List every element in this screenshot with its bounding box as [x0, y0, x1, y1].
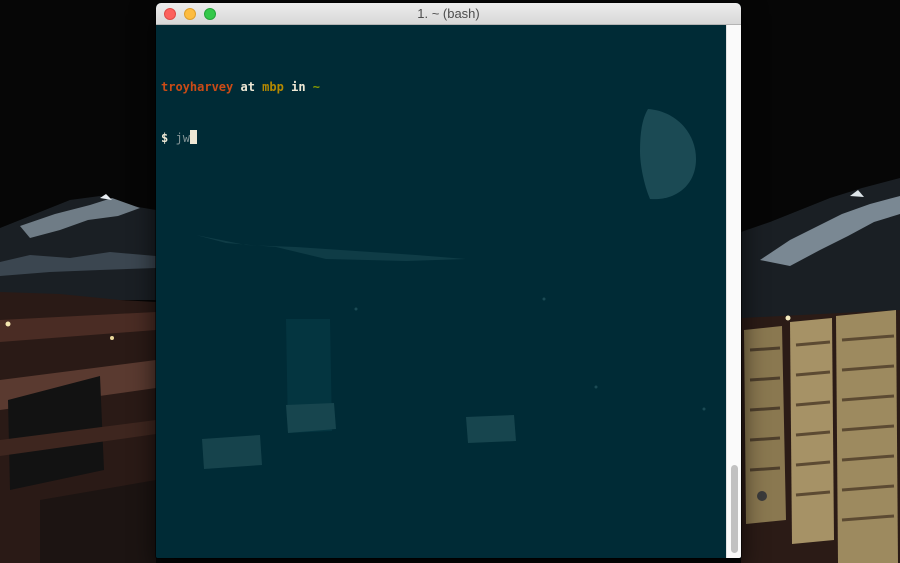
prompt-path: ~ [312, 80, 321, 94]
prompt-symbol: $ [161, 131, 169, 145]
prompt-line: troyharvey at mbp in ~ [161, 79, 320, 96]
text-cursor [189, 130, 197, 144]
command-input[interactable]: jw [175, 131, 189, 145]
terminal-scrollbar[interactable] [726, 25, 741, 558]
command-line[interactable]: $ jw [161, 130, 320, 147]
prompt-at: at [240, 80, 255, 94]
window-titlebar[interactable]: 1. ~ (bash) [156, 3, 741, 25]
prompt-user: troyharvey [161, 80, 234, 94]
terminal-pane[interactable]: troyharvey at mbp in ~ $ jw [156, 25, 726, 558]
window-title: 1. ~ (bash) [417, 6, 480, 21]
terminal-output: troyharvey at mbp in ~ $ jw [161, 45, 320, 181]
prompt-in: in [291, 80, 306, 94]
prompt-host: mbp [262, 80, 284, 94]
scrollbar-thumb[interactable] [731, 465, 738, 553]
terminal-window[interactable]: 1. ~ (bash) troyharvey at mbp in ~ $ jw [156, 3, 741, 558]
